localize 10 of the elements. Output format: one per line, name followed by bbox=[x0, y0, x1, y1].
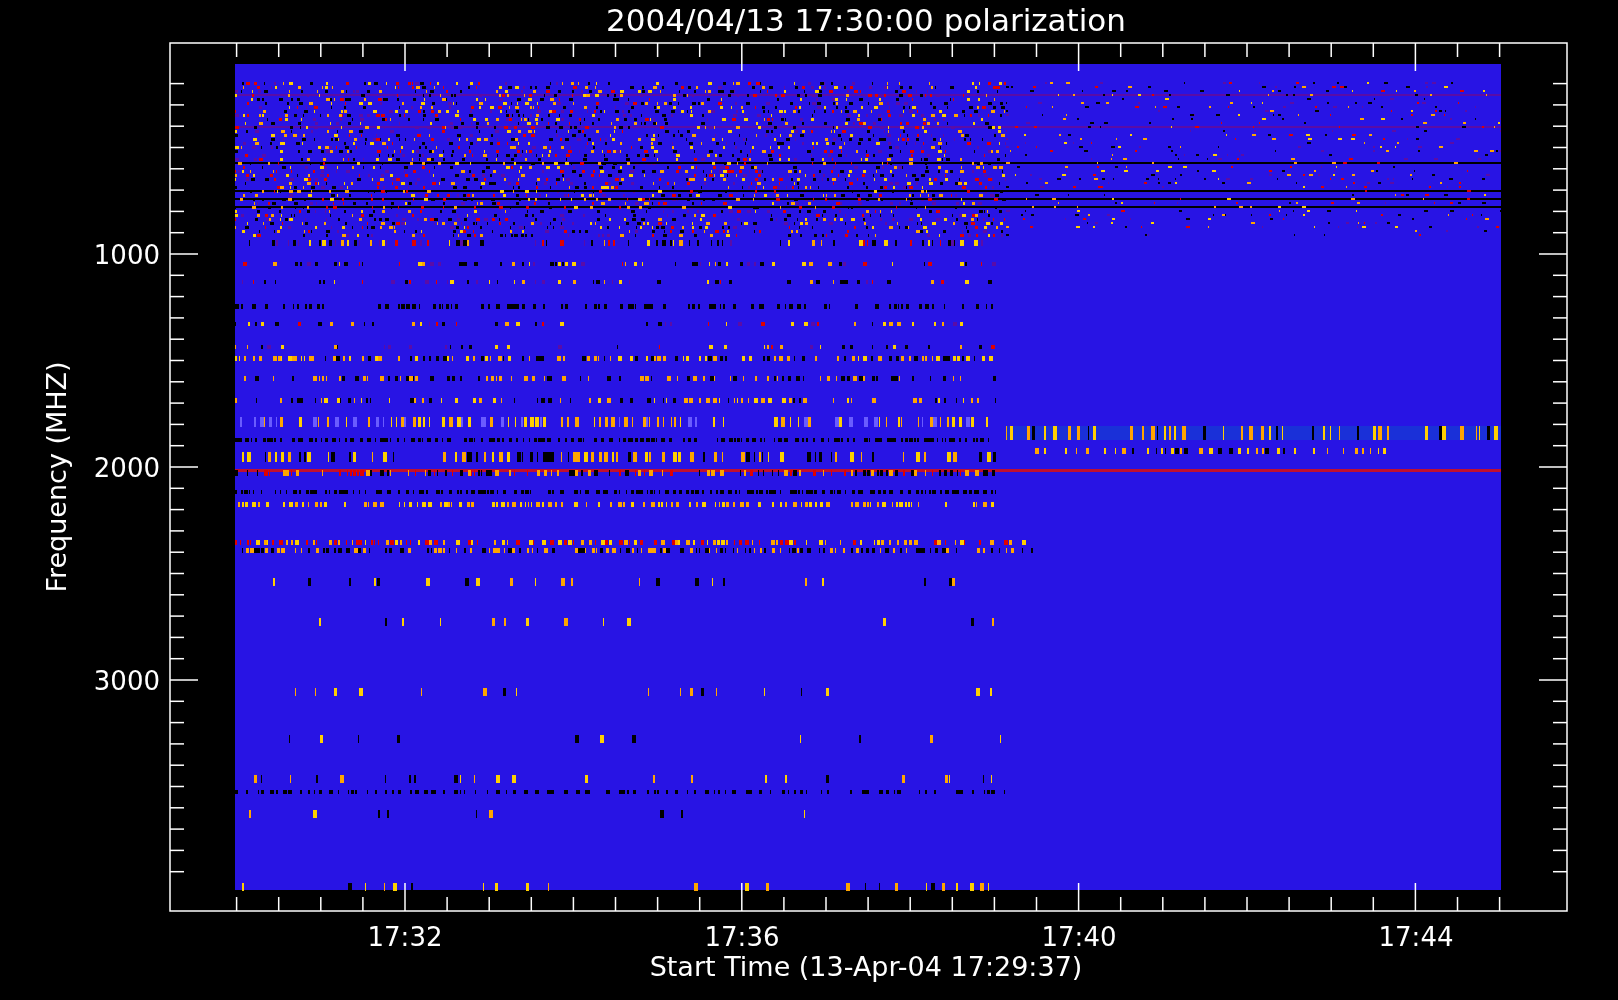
axis-label: Frequency (MHZ) bbox=[41, 361, 72, 593]
axis-tick-label: 17:44 bbox=[1378, 922, 1454, 952]
axis-label: Start Time (13-Apr-04 17:29:37) bbox=[649, 951, 1083, 982]
axis-tick-label: 17:32 bbox=[367, 922, 443, 952]
axis-tick-label: 17:40 bbox=[1041, 922, 1117, 952]
axis-tick-label: 17:36 bbox=[704, 922, 780, 952]
chart-title: 2004/04/13 17:30:00 polarization bbox=[606, 2, 1126, 38]
axis-tick-label: 1000 bbox=[93, 240, 160, 270]
axis-tick-label: 3000 bbox=[93, 666, 160, 696]
axis-tick-label: 2000 bbox=[93, 453, 160, 483]
